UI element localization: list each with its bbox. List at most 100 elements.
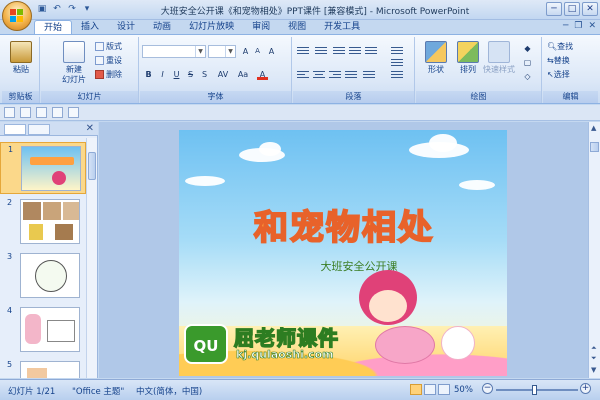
replace-button[interactable]: ⇆替换 — [547, 55, 570, 67]
scroll-up-icon[interactable]: ▲ — [591, 124, 596, 132]
zoom-out-icon[interactable]: − — [482, 383, 493, 394]
thumbnail-item[interactable]: 1 — [0, 142, 86, 194]
thumbnail-list: 1 2 3 4 5 — [0, 138, 86, 378]
paste-button[interactable]: 粘贴 — [3, 41, 39, 75]
zoom-level[interactable]: 50% — [454, 385, 473, 395]
grow-font-button[interactable]: A — [240, 46, 251, 57]
tab-outline[interactable] — [28, 124, 50, 135]
scrollbar-thumb[interactable] — [590, 142, 599, 152]
numbering-icon[interactable] — [315, 47, 327, 57]
select-button[interactable]: ↖选择 — [547, 69, 570, 81]
save-icon[interactable]: ▣ — [36, 3, 48, 15]
toolbar-icon-1[interactable] — [4, 107, 15, 118]
font-name-select[interactable]: ▼ — [142, 45, 206, 58]
slides-panel-tabs: ✕ — [0, 122, 98, 136]
language-status[interactable]: 中文(简体，中国) — [136, 385, 202, 397]
minimize-button[interactable]: ─ — [546, 2, 562, 16]
shrink-font-button[interactable]: A — [252, 46, 263, 57]
text-direction-icon[interactable] — [391, 47, 403, 57]
decrease-indent-icon[interactable] — [333, 47, 345, 57]
tab-insert[interactable]: 插入 — [72, 20, 108, 34]
line-spacing-icon[interactable] — [365, 47, 377, 57]
font-color-button[interactable]: A — [257, 69, 268, 80]
window-title: 大班安全公开课《和宠物相处》PPT课件 [兼容模式] - Microsoft P… — [160, 7, 470, 17]
current-slide[interactable]: 和宠物相处 大班安全公开课 QU 屈老师课件 kj.qulaoshi.com — [179, 130, 507, 376]
toolbar-icon-3[interactable] — [36, 107, 47, 118]
tab-review[interactable]: 审阅 — [243, 20, 279, 34]
new-slide-button[interactable]: 新建 幻灯片 — [55, 41, 93, 85]
cloud-decoration — [459, 180, 495, 190]
thumbnail-item[interactable]: 2 — [0, 196, 86, 248]
prev-slide-icon[interactable]: ⏶ — [591, 344, 597, 353]
shape-button[interactable]: 形状 — [418, 41, 454, 75]
thumbnail-item[interactable]: 3 — [0, 250, 86, 302]
font-size-select[interactable]: ▼ — [208, 45, 236, 58]
shape-effects-icon[interactable]: ◇ — [522, 71, 533, 82]
theme-name[interactable]: "Office 主题" — [72, 385, 124, 397]
toolbar-icon-5[interactable] — [68, 107, 79, 118]
close-icon[interactable]: ✕ — [86, 123, 94, 134]
align-left-icon[interactable] — [297, 71, 309, 81]
status-bar: 幻灯片 1/21 "Office 主题" 中文(简体，中国) 50% − + — [0, 379, 600, 400]
layout-button[interactable]: 版式 — [95, 41, 122, 53]
char-spacing-button[interactable]: AV — [215, 69, 231, 80]
slides-panel: ✕ 1 2 3 4 5 — [0, 122, 98, 378]
delete-button[interactable]: 删除 — [95, 69, 122, 81]
change-case-button[interactable]: Aa — [235, 69, 251, 80]
redo-icon[interactable]: ↷ — [66, 3, 78, 15]
group-label-paragraph: 段落 — [293, 91, 414, 103]
ribbon-restore-icon[interactable]: ❐ — [574, 21, 582, 31]
align-right-icon[interactable] — [329, 71, 341, 81]
tab-design[interactable]: 设计 — [108, 20, 144, 34]
slide-sorter-button[interactable] — [424, 384, 436, 395]
maximize-button[interactable]: □ — [564, 2, 580, 16]
tab-slides-thumbnails[interactable] — [4, 124, 26, 135]
next-slide-icon[interactable]: ⏷ — [591, 354, 597, 363]
close-button[interactable]: ✕ — [582, 2, 598, 16]
normal-view-button[interactable] — [410, 384, 422, 395]
toolbar-icon-4[interactable] — [52, 107, 63, 118]
thumbnail-item[interactable]: 4 — [0, 304, 86, 356]
tab-home[interactable]: 开始 — [34, 20, 73, 34]
toolbar-icon-2[interactable] — [20, 107, 31, 118]
align-text-icon[interactable] — [391, 59, 403, 69]
undo-icon[interactable]: ↶ — [51, 3, 63, 15]
zoom-slider[interactable] — [496, 389, 578, 391]
underline-button[interactable]: U — [171, 69, 182, 80]
strikethrough-button[interactable]: S — [185, 69, 196, 80]
ribbon-close-icon[interactable]: ✕ — [588, 21, 596, 31]
align-center-icon[interactable] — [313, 71, 325, 81]
increase-indent-icon[interactable] — [349, 47, 361, 57]
shape-fill-icon[interactable]: ◆ — [522, 43, 533, 54]
thumbnail-scrollbar[interactable] — [86, 138, 97, 378]
vertical-scrollbar[interactable]: ▲ ⏶ ⏷ ▼ — [588, 122, 600, 378]
columns-icon[interactable] — [363, 71, 375, 81]
zoom-in-icon[interactable]: + — [580, 383, 591, 394]
scrollbar-thumb[interactable] — [88, 152, 96, 180]
tab-developer[interactable]: 开发工具 — [315, 20, 369, 34]
tab-view[interactable]: 视图 — [279, 20, 315, 34]
quick-styles-button[interactable]: 快速样式 — [480, 41, 518, 75]
tab-slideshow[interactable]: 幻灯片放映 — [180, 20, 243, 34]
slide-title[interactable]: 和宠物相处 — [244, 200, 444, 249]
ribbon-minimize-icon[interactable]: ─ — [563, 21, 568, 31]
find-button[interactable]: 🔍︎查找 — [547, 41, 573, 53]
shadow-button[interactable]: S — [199, 69, 210, 80]
bold-button[interactable]: B — [143, 69, 154, 80]
italic-button[interactable]: I — [157, 69, 168, 80]
shape-outline-icon[interactable]: ▢ — [522, 57, 533, 68]
scroll-down-icon[interactable]: ▼ — [591, 366, 596, 374]
smartart-icon[interactable] — [391, 71, 403, 81]
office-button[interactable] — [2, 1, 32, 31]
slide-thumbnail-1 — [21, 146, 81, 191]
qat-dropdown-icon[interactable]: ▾ — [81, 3, 93, 15]
justify-icon[interactable] — [345, 71, 357, 81]
clear-format-button[interactable]: A — [266, 46, 277, 57]
slideshow-button[interactable] — [438, 384, 450, 395]
thumbnail-item[interactable]: 5 — [0, 358, 86, 378]
zoom-slider-thumb[interactable] — [532, 385, 537, 395]
reset-button[interactable]: 重设 — [95, 55, 122, 67]
tab-animations[interactable]: 动画 — [144, 20, 180, 34]
slide-subtitle[interactable]: 大班安全公开课 — [299, 258, 419, 274]
bullets-icon[interactable] — [297, 47, 309, 57]
